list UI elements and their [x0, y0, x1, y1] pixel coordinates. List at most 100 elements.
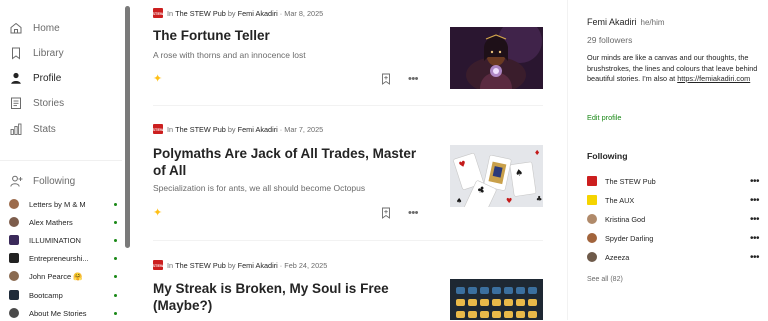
article-card[interactable]: STEW In The STEW Pub by Femi Akadiri · F…: [152, 259, 543, 320]
author-name[interactable]: Femi Akadiri: [238, 261, 278, 270]
nav-stats[interactable]: Stats: [9, 119, 56, 139]
article-meta: STEW In The STEW Pub by Femi Akadiri · M…: [152, 7, 324, 19]
more-options-icon[interactable]: •••: [407, 207, 419, 219]
following-icon: [9, 174, 23, 188]
nav-following[interactable]: Following: [9, 171, 75, 191]
article-meta: STEW In The STEW Pub by Femi Akadiri · M…: [152, 123, 323, 135]
following-item[interactable]: About Me Stories: [9, 305, 117, 321]
profile-bio: Our minds are like a canvas and our thou…: [587, 53, 764, 85]
article-title[interactable]: The Fortune Teller: [153, 27, 428, 44]
avatar: [9, 217, 19, 227]
bookmark-icon[interactable]: [380, 73, 392, 85]
stats-icon: [9, 122, 23, 136]
more-options-icon[interactable]: •••: [750, 233, 760, 244]
sidebar-scrollbar-thumb[interactable]: [125, 6, 130, 248]
meta-separator: ·: [279, 8, 283, 18]
more-options-icon[interactable]: •••: [407, 73, 419, 85]
following-row[interactable]: The AUX •••: [587, 194, 760, 206]
more-options-icon[interactable]: •••: [750, 195, 760, 206]
article-subtitle: Specialization is for ants, we all shoul…: [153, 183, 366, 193]
following-item[interactable]: John Pearce 🤗: [9, 268, 117, 284]
new-content-dot: [114, 311, 117, 315]
left-sidebar: Home Library Profile Stories Stats Follo…: [0, 0, 132, 320]
nav-library[interactable]: Library: [9, 43, 64, 63]
right-sidebar: Femi Akadiri he/him 29 followers Our mind…: [567, 0, 768, 320]
new-content-dot: [114, 256, 117, 260]
see-all-following-link[interactable]: See all (82): [587, 276, 623, 283]
home-icon: [9, 21, 23, 35]
meta-by: by: [227, 260, 236, 270]
article-divider: [153, 105, 543, 106]
publication-name[interactable]: The STEW Pub: [175, 9, 226, 18]
avatar: [9, 308, 19, 318]
nav-stories-label: Stories: [33, 97, 65, 109]
following-item-label: Alex Mathers: [29, 217, 73, 227]
article-title[interactable]: My Streak is Broken, My Soul is Free (Ma…: [153, 280, 428, 314]
following-item[interactable]: Letters by M & M: [9, 196, 117, 212]
article-thumbnail[interactable]: [450, 279, 543, 320]
publication-name[interactable]: The STEW Pub: [175, 125, 226, 134]
following-row[interactable]: Kristina God •••: [587, 213, 760, 225]
article-card[interactable]: STEW In The STEW Pub by Femi Akadiri · M…: [152, 123, 543, 228]
more-options-icon[interactable]: •••: [750, 176, 760, 187]
article-title[interactable]: Polymaths Are Jack of All Trades, Master…: [153, 145, 428, 179]
publication-logo: STEW: [152, 124, 164, 134]
new-content-dot: [114, 238, 117, 242]
following-item[interactable]: Bootcamp: [9, 287, 117, 303]
more-options-icon[interactable]: •••: [750, 214, 760, 225]
article-date: Feb 24, 2025: [284, 260, 328, 270]
following-row-label: The STEW Pub: [605, 176, 656, 186]
profile-icon: [9, 71, 23, 85]
following-item-label: Bootcamp: [29, 290, 63, 300]
nav-home-label: Home: [33, 22, 60, 34]
publication-name[interactable]: The STEW Pub: [175, 261, 226, 270]
avatar: [9, 253, 19, 263]
article-thumbnail[interactable]: [450, 27, 543, 89]
avatar: [9, 290, 19, 300]
followers-count[interactable]: 29 followers: [587, 35, 632, 45]
nav-stats-label: Stats: [33, 123, 56, 135]
meta-in: In: [167, 260, 174, 270]
nav-stories[interactable]: Stories: [9, 93, 64, 113]
edit-profile-link[interactable]: Edit profile: [587, 113, 621, 122]
profile-website-link[interactable]: https://femiakadiri.com: [677, 74, 750, 83]
svg-text:♥: ♥: [506, 197, 512, 205]
following-item-label: ILLUMINATION: [29, 235, 81, 245]
following-item[interactable]: ILLUMINATION: [9, 232, 117, 248]
nav-profile[interactable]: Profile: [9, 68, 61, 88]
new-content-dot: [114, 220, 117, 224]
following-row[interactable]: The STEW Pub •••: [587, 175, 760, 187]
profile-name: Femi Akadiri: [587, 17, 637, 27]
following-row[interactable]: Azeeza •••: [587, 251, 760, 263]
svg-text:♠: ♠: [515, 168, 524, 179]
bookmark-icon[interactable]: [380, 207, 392, 219]
avatar: [587, 214, 597, 224]
following-item[interactable]: Alex Mathers: [9, 214, 117, 230]
following-item-label: Letters by M & M: [29, 199, 86, 209]
avatar: [587, 252, 597, 262]
meta-in: In: [167, 8, 174, 18]
avatar: [587, 233, 597, 243]
author-name[interactable]: Femi Akadiri: [238, 9, 278, 18]
nav-home[interactable]: Home: [9, 18, 60, 38]
article-card[interactable]: STEW In The STEW Pub by Femi Akadiri · M…: [152, 7, 543, 97]
new-content-dot: [114, 293, 117, 297]
sidebar-divider: [0, 160, 122, 161]
following-row[interactable]: Spyder Darling •••: [587, 232, 760, 244]
publication-logo: STEW: [152, 8, 164, 18]
svg-text:♠: ♠: [456, 197, 462, 205]
following-row-label: Kristina God: [605, 214, 646, 224]
more-options-icon[interactable]: •••: [750, 252, 760, 263]
following-row-label: Spyder Darling: [605, 233, 654, 243]
nav-library-label: Library: [33, 47, 64, 59]
following-item[interactable]: Entrepreneurshi...: [9, 250, 117, 266]
author-name[interactable]: Femi Akadiri: [238, 125, 278, 134]
following-item-label: About Me Stories: [29, 308, 87, 318]
avatar: [587, 195, 597, 205]
article-date: Mar 8, 2025: [284, 8, 324, 18]
following-row-label: Azeeza: [605, 252, 630, 262]
publication-logo: STEW: [152, 260, 164, 270]
nav-profile-label: Profile: [33, 72, 62, 84]
article-thumbnail[interactable]: ♥ ♠ ♣ ♠ ♦ ♥ ♣: [450, 145, 543, 207]
article-meta: STEW In The STEW Pub by Femi Akadiri · F…: [152, 259, 328, 271]
